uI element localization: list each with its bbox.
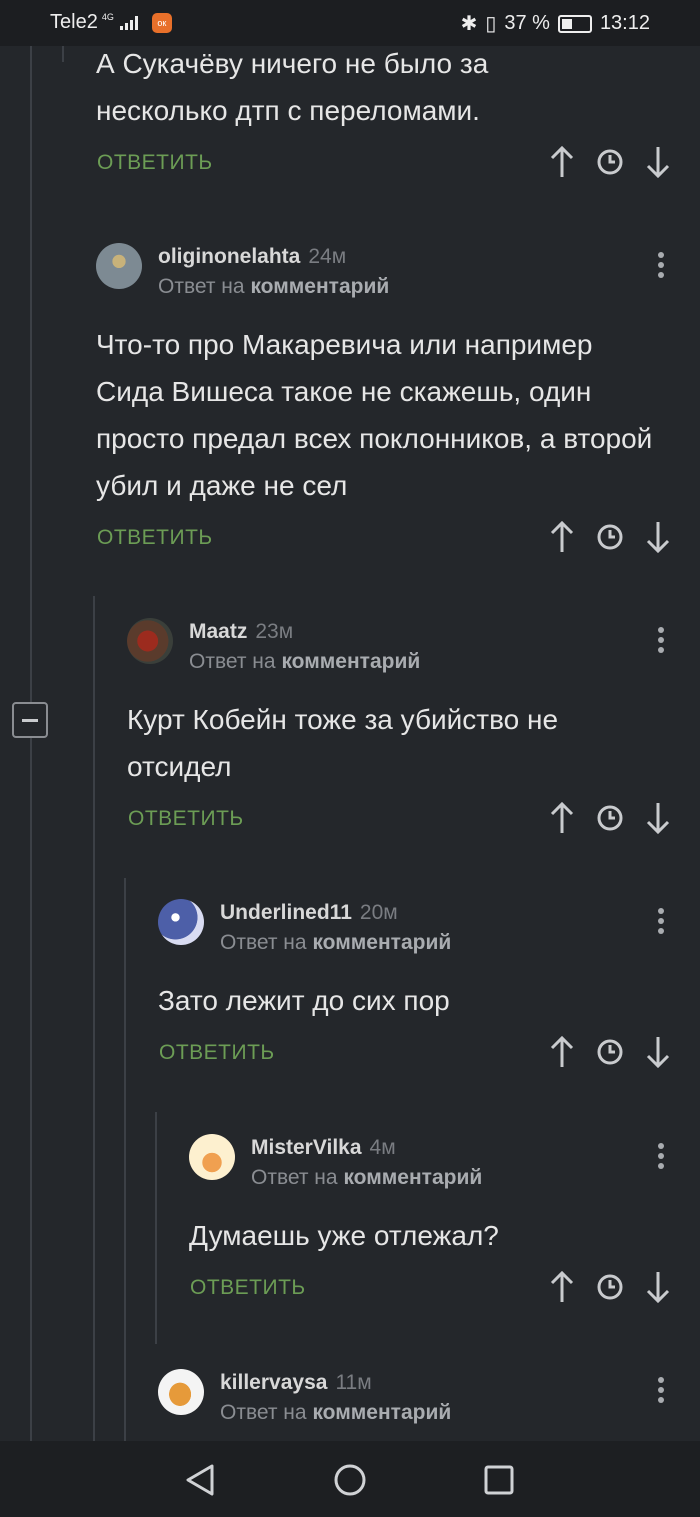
more-options-icon[interactable] xyxy=(658,252,664,282)
reply-to-link[interactable]: комментарий xyxy=(343,1166,482,1189)
upvote-icon[interactable] xyxy=(548,1270,576,1304)
thread-line xyxy=(30,738,32,1441)
thread-line xyxy=(62,46,64,62)
username[interactable]: Maatz xyxy=(189,620,247,643)
avatar[interactable] xyxy=(189,1134,235,1180)
thread-line xyxy=(30,46,32,702)
upvote-icon[interactable] xyxy=(548,520,576,554)
comment-text: Думаешь уже отлежал? xyxy=(189,1220,499,1251)
reply-to-label: Ответ на xyxy=(251,1166,338,1189)
upvote-icon[interactable] xyxy=(548,801,576,835)
reply-button[interactable]: ОТВЕТИТЬ xyxy=(97,151,213,175)
network-type: 4G xyxy=(101,11,114,22)
comment-time: 11м xyxy=(335,1371,372,1394)
avatar[interactable] xyxy=(127,618,173,664)
reply-button[interactable]: ОТВЕТИТЬ xyxy=(190,1276,306,1300)
downvote-icon[interactable] xyxy=(644,520,672,554)
username[interactable]: killervaysa xyxy=(220,1371,327,1394)
reply-button[interactable]: ОТВЕТИТЬ xyxy=(159,1041,275,1065)
comment-header: MisterVilka 4м Ответ на комментарий xyxy=(189,1134,649,1189)
downvote-icon[interactable] xyxy=(644,801,672,835)
thread-line xyxy=(155,1112,157,1344)
carrier-name: Tele2 xyxy=(50,11,98,33)
battery-icon xyxy=(557,14,592,33)
reply-to-link[interactable]: комментарий xyxy=(281,650,420,673)
battery-percent: 37 % xyxy=(504,12,550,34)
comment-time: 23м xyxy=(255,620,294,643)
comment-text: Зато лежит до сих пор xyxy=(158,985,450,1016)
upvote-icon[interactable] xyxy=(548,145,576,179)
comment-text: Что-то про Макаревича или например Сида … xyxy=(96,329,653,501)
home-icon[interactable] xyxy=(333,1463,367,1502)
clock: 13:12 xyxy=(599,12,650,34)
comment-header: Maatz 23м Ответ на комментарий xyxy=(127,618,647,673)
reply-to-label: Ответ на xyxy=(189,650,276,673)
more-options-icon[interactable] xyxy=(658,1143,664,1173)
downvote-icon[interactable] xyxy=(644,1035,672,1069)
more-options-icon[interactable] xyxy=(658,908,664,938)
save-later-icon[interactable] xyxy=(596,145,624,179)
thread-line xyxy=(93,596,95,1441)
comment-header: killervaysa 11м Ответ на комментарий xyxy=(158,1369,648,1424)
reply-to-link[interactable]: комментарий xyxy=(312,931,451,954)
reply-button[interactable]: ОТВЕТИТЬ xyxy=(97,526,213,550)
upvote-icon[interactable] xyxy=(548,1035,576,1069)
reply-button[interactable]: ОТВЕТИТЬ xyxy=(128,807,244,831)
avatar[interactable] xyxy=(158,899,204,945)
vibrate-icon: ▯ xyxy=(485,13,497,35)
save-later-icon[interactable] xyxy=(596,1035,624,1069)
reply-to-link[interactable]: комментарий xyxy=(312,1401,451,1424)
reply-to-label: Ответ на xyxy=(158,275,245,298)
save-later-icon[interactable] xyxy=(596,1270,624,1304)
downvote-icon[interactable] xyxy=(644,145,672,179)
save-later-icon[interactable] xyxy=(596,801,624,835)
comment-header: Underlined11 20м Ответ на комментарий xyxy=(158,899,648,954)
recents-icon[interactable] xyxy=(483,1463,515,1502)
thread-line xyxy=(124,878,126,1441)
system-nav-bar xyxy=(0,1441,700,1517)
signal-icon xyxy=(119,15,138,30)
username[interactable]: MisterVilka xyxy=(251,1136,362,1159)
reply-to-link[interactable]: комментарий xyxy=(250,275,389,298)
username[interactable]: oliginonelahta xyxy=(158,245,300,268)
avatar[interactable] xyxy=(96,243,142,289)
back-icon[interactable] xyxy=(184,1463,216,1502)
comment-time: 24м xyxy=(308,245,347,268)
bluetooth-icon: ✱ xyxy=(460,13,478,35)
collapse-thread-button[interactable] xyxy=(12,702,48,738)
comment-text: Курт Кобейн тоже за убийство не отсидел xyxy=(127,704,559,782)
more-options-icon[interactable] xyxy=(658,627,664,657)
comment-header: oliginonelahta 24м Ответ на комментарий xyxy=(96,243,656,298)
avatar[interactable] xyxy=(158,1369,204,1415)
comment-time: 20м xyxy=(359,901,398,924)
reply-to-label: Ответ на xyxy=(220,1401,307,1424)
save-later-icon[interactable] xyxy=(596,520,624,554)
more-options-icon[interactable] xyxy=(658,1377,664,1407)
username[interactable]: Underlined11 xyxy=(220,901,352,924)
reply-to-label: Ответ на xyxy=(220,931,307,954)
comment-time: 4м xyxy=(369,1136,396,1159)
app-notification-icon: ок xyxy=(151,12,172,33)
downvote-icon[interactable] xyxy=(644,1270,672,1304)
comment-text: А Сукачёву ничего не было за несколько д… xyxy=(96,48,489,126)
